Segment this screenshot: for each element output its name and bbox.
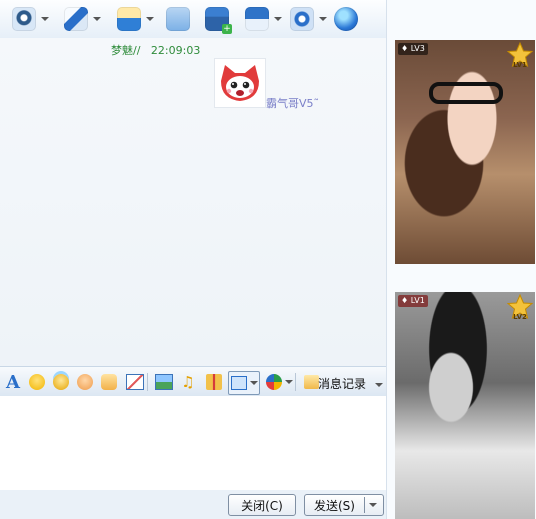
- group-chat-button[interactable]: [245, 5, 282, 33]
- send-file-icon: [117, 7, 141, 31]
- screen-capture-button[interactable]: [228, 371, 260, 395]
- red-fox-sticker-icon: [214, 58, 266, 108]
- dropdown-caret-icon[interactable]: [146, 17, 154, 21]
- dropdown-caret-icon[interactable]: [284, 380, 293, 384]
- app-settings-icon: [290, 7, 314, 31]
- message-history-icon: [303, 375, 319, 389]
- message-history[interactable]: 梦魅// 22:09:03 霸气哥V5˜: [0, 38, 386, 366]
- toolbar-divider: [295, 373, 296, 391]
- share-button[interactable]: [334, 5, 358, 33]
- message-input[interactable]: [0, 396, 386, 491]
- star-level-text: LV2: [513, 313, 527, 321]
- music-button[interactable]: ♫: [177, 371, 199, 393]
- magic-emoji-button[interactable]: [50, 371, 72, 393]
- webcam-icon: [12, 7, 36, 31]
- doodle-button[interactable]: [74, 371, 96, 393]
- screenshot-button[interactable]: [124, 371, 146, 393]
- emoji-icon: [29, 374, 45, 390]
- dropdown-caret-icon[interactable]: [374, 382, 383, 387]
- message-history-button[interactable]: 消息记录: [318, 375, 383, 392]
- message-history-label: 消息记录: [318, 377, 367, 391]
- send-button-label: 发送(S): [314, 498, 355, 513]
- format-toolbar: A ♫ 消息记录: [0, 366, 386, 398]
- user-level-text: LV3: [410, 44, 425, 53]
- local-video[interactable]: ♦ LV1 LV2: [395, 292, 535, 519]
- app-settings-button[interactable]: [290, 5, 327, 33]
- send-button[interactable]: 发送(S): [304, 494, 384, 516]
- send-options-caret-icon: [369, 503, 377, 507]
- close-button[interactable]: 关闭(C): [228, 494, 296, 516]
- dropdown-caret-icon[interactable]: [274, 17, 282, 21]
- gift-icon: [206, 374, 222, 390]
- star-level-text: LV1: [513, 61, 527, 69]
- remote-video[interactable]: ♦ LV3 LV1: [395, 40, 535, 264]
- share-icon: [334, 7, 358, 31]
- image-icon: [155, 374, 173, 390]
- dropdown-caret-icon[interactable]: [319, 17, 327, 21]
- screen-capture-icon: [230, 376, 247, 390]
- bottom-bar: 关闭(C) 发送(S): [0, 490, 386, 519]
- user-level-badge: ♦ LV1: [398, 295, 428, 307]
- toolbar-divider: [147, 373, 148, 391]
- webcam-button[interactable]: [12, 5, 49, 33]
- star-level-icon: LV2: [506, 293, 534, 321]
- dropdown-caret-icon[interactable]: [41, 17, 49, 21]
- sticker-caption: 霸气哥V5˜: [266, 97, 320, 110]
- email-button[interactable]: [166, 5, 190, 33]
- send-options-button[interactable]: [365, 503, 381, 507]
- s-app-button[interactable]: [264, 371, 294, 393]
- sender-name: 梦魅//: [111, 44, 141, 57]
- emoji-button[interactable]: [26, 371, 48, 393]
- font-button[interactable]: A: [2, 371, 24, 393]
- dropdown-caret-icon[interactable]: [249, 381, 258, 385]
- message-header: 梦魅// 22:09:03: [111, 42, 200, 58]
- group-chat-icon: [245, 7, 269, 31]
- chat-window: + 梦魅// 22:09:03 霸气哥V5˜ A ♫ 消息记录 关闭(C) 发送…: [0, 0, 536, 519]
- gift-button[interactable]: [203, 371, 225, 393]
- email-icon: [166, 7, 190, 31]
- video-panel: ♦ LV3 LV1 ♦ LV1 LV2: [386, 0, 536, 519]
- s-app-icon: [265, 374, 282, 390]
- dropdown-caret-icon[interactable]: [93, 17, 101, 21]
- send-file-button[interactable]: [117, 5, 154, 33]
- microphone-icon: [64, 7, 88, 31]
- user-level-text: LV1: [410, 296, 425, 305]
- top-toolbar: +: [0, 0, 390, 38]
- image-button[interactable]: [153, 371, 175, 393]
- message-time: 22:09:03: [150, 44, 201, 57]
- add-note-button[interactable]: +: [205, 5, 232, 34]
- hand-poke-button[interactable]: [98, 371, 120, 393]
- doodle-icon: [77, 374, 93, 390]
- magic-emoji-icon: [53, 374, 69, 390]
- user-level-badge: ♦ LV3: [398, 43, 428, 55]
- glasses-shape: [429, 82, 503, 104]
- font-icon: A: [6, 371, 20, 393]
- music-icon: ♫: [181, 373, 195, 391]
- add-note-icon: +: [205, 7, 232, 34]
- hand-poke-icon: [101, 374, 117, 390]
- microphone-button[interactable]: [64, 5, 101, 33]
- star-level-icon: LV1: [506, 41, 534, 69]
- screenshot-icon: [126, 374, 144, 390]
